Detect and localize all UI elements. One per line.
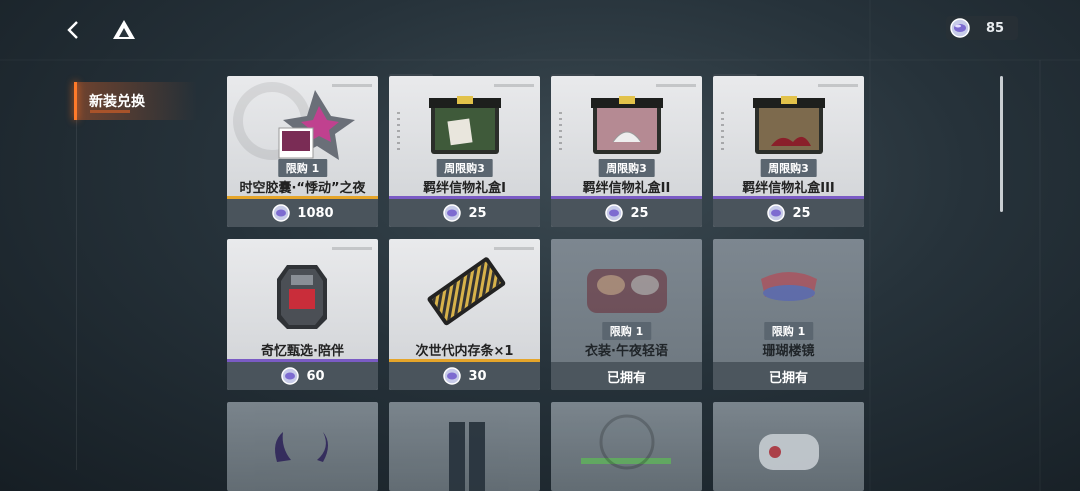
gem-icon [767, 204, 786, 222]
card-decoration [559, 112, 562, 152]
item-name: 羁绊信物礼盒I [423, 181, 506, 196]
shop-item-card[interactable] [227, 402, 378, 491]
item-name: 时空胶囊·“悸动”之夜 [239, 181, 366, 196]
owned-status-bar: 已拥有 [551, 362, 702, 390]
card-decoration [332, 84, 372, 87]
gem-icon [950, 18, 970, 38]
item-price: 25 [792, 205, 811, 221]
gem-icon [443, 367, 462, 385]
shop-item-card[interactable] [713, 402, 864, 491]
item-price: 30 [468, 368, 487, 384]
price-bar[interactable]: 25 [713, 199, 864, 227]
price-bar[interactable]: 25 [389, 199, 540, 227]
selection-box-image [277, 265, 327, 329]
gem-icon [443, 204, 462, 222]
gem-icon [605, 204, 624, 222]
garter-item-image [449, 422, 485, 491]
item-price: 60 [306, 368, 325, 384]
nav-tab-underline [90, 110, 130, 113]
triangle-logo-icon [113, 20, 135, 39]
nav-tab-new-outfit-exchange[interactable]: 新装兑换 [74, 82, 204, 120]
shop-item-card[interactable]: 周限购3 羁绊信物礼盒II 25 [551, 76, 702, 227]
card-decoration [721, 112, 724, 152]
item-name: 衣装·午夜轻语 [585, 344, 668, 359]
gem-icon [281, 367, 300, 385]
purchase-limit-badge: 限购 1 [763, 322, 814, 340]
divider [76, 120, 77, 470]
purchase-limit-badge: 限购 1 [601, 322, 652, 340]
shop-item-card[interactable]: 周限购3 羁绊信物礼盒III 25 [713, 76, 864, 227]
purchase-limit-badge: 周限购3 [598, 159, 655, 177]
shop-item-card-owned[interactable]: 限购 1 珊瑚楼镜 已拥有 [713, 239, 864, 390]
owned-status: 已拥有 [606, 370, 646, 386]
shop-item-card[interactable]: 限购 1 时空胶囊·“悸动”之夜 1080 [227, 76, 378, 227]
purchase-limit-badge: 周限购3 [760, 159, 817, 177]
gem-icon [272, 204, 291, 222]
item-price: 25 [630, 205, 649, 221]
card-decoration [494, 247, 534, 250]
currency-display[interactable]: 85 [946, 16, 1018, 40]
item-name: 羁绊信物礼盒III [742, 181, 835, 196]
back-button[interactable] [60, 16, 88, 44]
memory-module-image [427, 257, 506, 326]
item-name: 羁绊信物礼盒II [582, 181, 671, 196]
card-decoration [332, 247, 372, 250]
price-bar[interactable]: 1080 [227, 199, 378, 227]
purchase-limit-badge: 周限购3 [436, 159, 493, 177]
shop-item-card[interactable]: 周限购3 羁绊信物礼盒I 25 [389, 76, 540, 227]
item-price: 1080 [297, 205, 334, 221]
shop-item-card[interactable] [551, 402, 702, 491]
shop-item-card[interactable]: 次世代内存条×1 30 [389, 239, 540, 390]
item-name: 奇忆甄选·陪伴 [261, 344, 344, 359]
card-decoration [656, 84, 696, 87]
home-button[interactable] [110, 16, 138, 44]
shop-item-card-owned[interactable]: 限购 1 衣装·午夜轻语 已拥有 [551, 239, 702, 390]
price-bar[interactable]: 30 [389, 362, 540, 390]
device-item-image [759, 434, 819, 470]
chevron-left-icon [67, 21, 78, 39]
scrollbar[interactable] [1000, 76, 1003, 212]
horns-item-image [275, 432, 328, 462]
card-decoration [818, 84, 858, 87]
owned-status-bar: 已拥有 [713, 362, 864, 390]
price-bar[interactable]: 25 [551, 199, 702, 227]
item-price: 25 [468, 205, 487, 221]
nav-tab-label: 新装兑换 [89, 94, 145, 110]
shop-item-card[interactable] [389, 402, 540, 491]
item-name: 珊瑚楼镜 [762, 344, 815, 359]
item-name: 次世代内存条×1 [415, 344, 514, 359]
shop-item-card[interactable]: 奇忆甄选·陪伴 60 [227, 239, 378, 390]
card-decoration [494, 84, 534, 87]
owned-status: 已拥有 [768, 370, 808, 386]
card-decoration [397, 112, 400, 152]
currency-amount: 85 [986, 20, 1005, 36]
weapon-item-image [581, 414, 671, 470]
price-bar[interactable]: 60 [227, 362, 378, 390]
purchase-limit-badge: 限购 1 [277, 159, 328, 177]
